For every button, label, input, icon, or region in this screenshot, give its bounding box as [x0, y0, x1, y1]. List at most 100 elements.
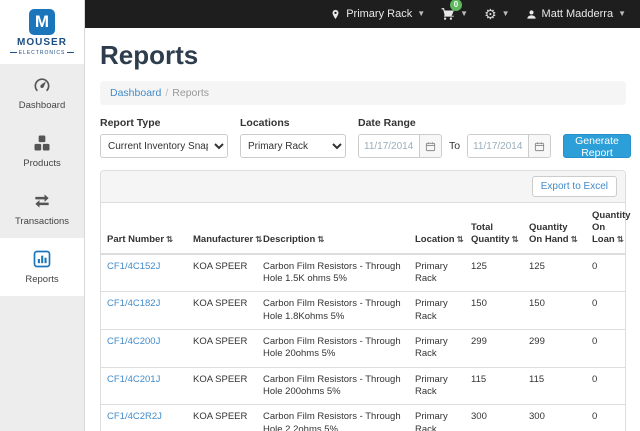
breadcrumb: Dashboard/Reports — [100, 81, 626, 105]
sidebar: M MOUSER ELECTRONICS Dashboard Products … — [0, 0, 85, 431]
caret-down-icon: ▼ — [618, 10, 626, 18]
user-name-label: Matt Madderra — [542, 8, 614, 20]
cell-desc: Carbon Film Resistors - Through Hole 200… — [257, 367, 409, 405]
user-icon — [526, 9, 537, 20]
cell-on-loan: 0 — [586, 292, 625, 330]
sidebar-item-label: Products — [23, 158, 61, 169]
column-header-manufacturer[interactable]: Manufacturer⇅ — [187, 203, 257, 254]
date-from-input[interactable] — [359, 135, 419, 157]
gear-icon: ⚙ — [484, 7, 497, 21]
sort-icon: ⇅ — [166, 234, 173, 244]
report-table-body: CF1/4C152JKOA SPEERCarbon Film Resistors… — [101, 254, 625, 431]
locations-select[interactable]: Primary Rack — [240, 134, 346, 158]
cell-on-loan: 0 — [586, 254, 625, 292]
date-to-label: To — [449, 140, 460, 152]
sort-icon: ⇅ — [457, 234, 464, 244]
report-table: Part Number⇅Manufacturer⇅Description⇅Loc… — [101, 203, 625, 431]
report-panel: Export to Excel Part Number⇅Manufacturer… — [100, 170, 626, 431]
cell-desc: Carbon Film Resistors - Through Hole 1.8… — [257, 292, 409, 330]
cell-mfr: KOA SPEER — [187, 405, 257, 431]
sidebar-item-label: Reports — [25, 274, 58, 285]
cell-on-loan: 0 — [586, 330, 625, 368]
cell-loc: Primary Rack — [409, 367, 465, 405]
cart-menu[interactable]: 0 ▼ — [441, 7, 468, 21]
breadcrumb-dashboard-link[interactable]: Dashboard — [110, 87, 161, 99]
location-pin-icon — [330, 9, 341, 20]
location-selector[interactable]: Primary Rack ▼ — [330, 8, 425, 20]
sort-icon: ⇅ — [317, 234, 324, 244]
cell-on-loan: 0 — [586, 367, 625, 405]
calendar-icon[interactable] — [528, 135, 550, 157]
dashboard-gauge-icon — [32, 75, 52, 95]
column-label: Quantity On Loan — [592, 210, 631, 245]
cell-mfr: KOA SPEER — [187, 330, 257, 368]
cell-loc: Primary Rack — [409, 330, 465, 368]
user-menu[interactable]: Matt Madderra ▼ — [526, 8, 626, 20]
cell-on-hand: 125 — [523, 254, 586, 292]
column-header-location[interactable]: Location⇅ — [409, 203, 465, 254]
column-label: Part Number — [107, 234, 164, 245]
column-header-description[interactable]: Description⇅ — [257, 203, 409, 254]
column-label: Total Quantity — [471, 222, 510, 245]
date-to-group — [467, 134, 551, 158]
sidebar-item-dashboard[interactable]: Dashboard — [0, 64, 84, 122]
sort-icon: ⇅ — [571, 234, 578, 244]
report-type-select[interactable]: Current Inventory Snapshot — [100, 134, 228, 158]
column-label: Description — [263, 234, 315, 245]
table-row: CF1/4C152J KOA SPEERCarbon Film Resistors… — [101, 254, 625, 292]
reports-bar-chart-icon — [32, 249, 52, 269]
sort-icon: ⇅ — [617, 234, 624, 244]
cell-mfr: KOA SPEER — [187, 367, 257, 405]
column-header-quantity-on-hand[interactable]: Quantity On Hand⇅ — [523, 203, 586, 254]
settings-menu[interactable]: ⚙ ▼ — [484, 7, 509, 21]
table-row: CF1/4C182J KOA SPEERCarbon Film Resistors… — [101, 292, 625, 330]
part-number-link[interactable]: CF1/4C201J — [107, 374, 160, 385]
generate-report-button[interactable]: Generate Report — [563, 134, 631, 158]
export-to-excel-button[interactable]: Export to Excel — [532, 176, 617, 197]
part-number-link[interactable]: CF1/4C182J — [107, 298, 160, 309]
cell-mfr: KOA SPEER — [187, 292, 257, 330]
column-label: Location — [415, 234, 455, 245]
report-type-label: Report Type — [100, 117, 228, 129]
part-number-link[interactable]: CF1/4C152J — [107, 261, 160, 272]
cell-part-number: CF1/4C182J — [101, 292, 187, 330]
mouser-logo[interactable]: M MOUSER ELECTRONICS — [0, 0, 84, 64]
sidebar-item-reports[interactable]: Reports — [0, 238, 84, 296]
cell-part-number: CF1/4C200J — [101, 330, 187, 368]
cell-loc: Primary Rack — [409, 254, 465, 292]
part-number-link[interactable]: CF1/4C2R2J — [107, 411, 162, 422]
logo-m-tile: M — [29, 9, 55, 35]
cell-total: 300 — [465, 405, 523, 431]
part-number-link[interactable]: CF1/4C200J — [107, 336, 160, 347]
calendar-icon[interactable] — [419, 135, 441, 157]
cell-desc: Carbon Film Resistors - Through Hole 2.2… — [257, 405, 409, 431]
cell-part-number: CF1/4C152J — [101, 254, 187, 292]
locations-label: Locations — [240, 117, 346, 129]
cell-mfr: KOA SPEER — [187, 254, 257, 292]
column-header-quantity-on-loan[interactable]: Quantity On Loan⇅ — [586, 203, 625, 254]
column-header-total-quantity[interactable]: Total Quantity⇅ — [465, 203, 523, 254]
sort-icon: ⇅ — [255, 234, 262, 244]
cell-on-loan: 0 — [586, 405, 625, 431]
date-from-group — [358, 134, 442, 158]
cell-total: 125 — [465, 254, 523, 292]
caret-down-icon: ▼ — [460, 10, 468, 18]
date-to-input[interactable] — [468, 135, 528, 157]
sidebar-item-label: Dashboard — [19, 100, 65, 111]
transactions-arrows-icon — [32, 191, 52, 211]
cell-on-hand: 299 — [523, 330, 586, 368]
report-table-header-row: Part Number⇅Manufacturer⇅Description⇅Loc… — [101, 203, 625, 254]
sidebar-item-products[interactable]: Products — [0, 122, 84, 180]
cell-total: 115 — [465, 367, 523, 405]
breadcrumb-current: Reports — [172, 87, 209, 99]
topbar: Primary Rack ▼ 0 ▼ ⚙ ▼ Matt Madderra ▼ — [85, 0, 640, 28]
cell-desc: Carbon Film Resistors - Through Hole 1.5… — [257, 254, 409, 292]
cell-on-hand: 115 — [523, 367, 586, 405]
report-filters: Report Type Current Inventory Snapshot L… — [100, 117, 626, 158]
cell-on-hand: 300 — [523, 405, 586, 431]
cell-total: 150 — [465, 292, 523, 330]
sort-icon: ⇅ — [512, 234, 519, 244]
cell-part-number: CF1/4C2R2J — [101, 405, 187, 431]
sidebar-item-transactions[interactable]: Transactions — [0, 180, 84, 238]
column-header-part-number[interactable]: Part Number⇅ — [101, 203, 187, 254]
